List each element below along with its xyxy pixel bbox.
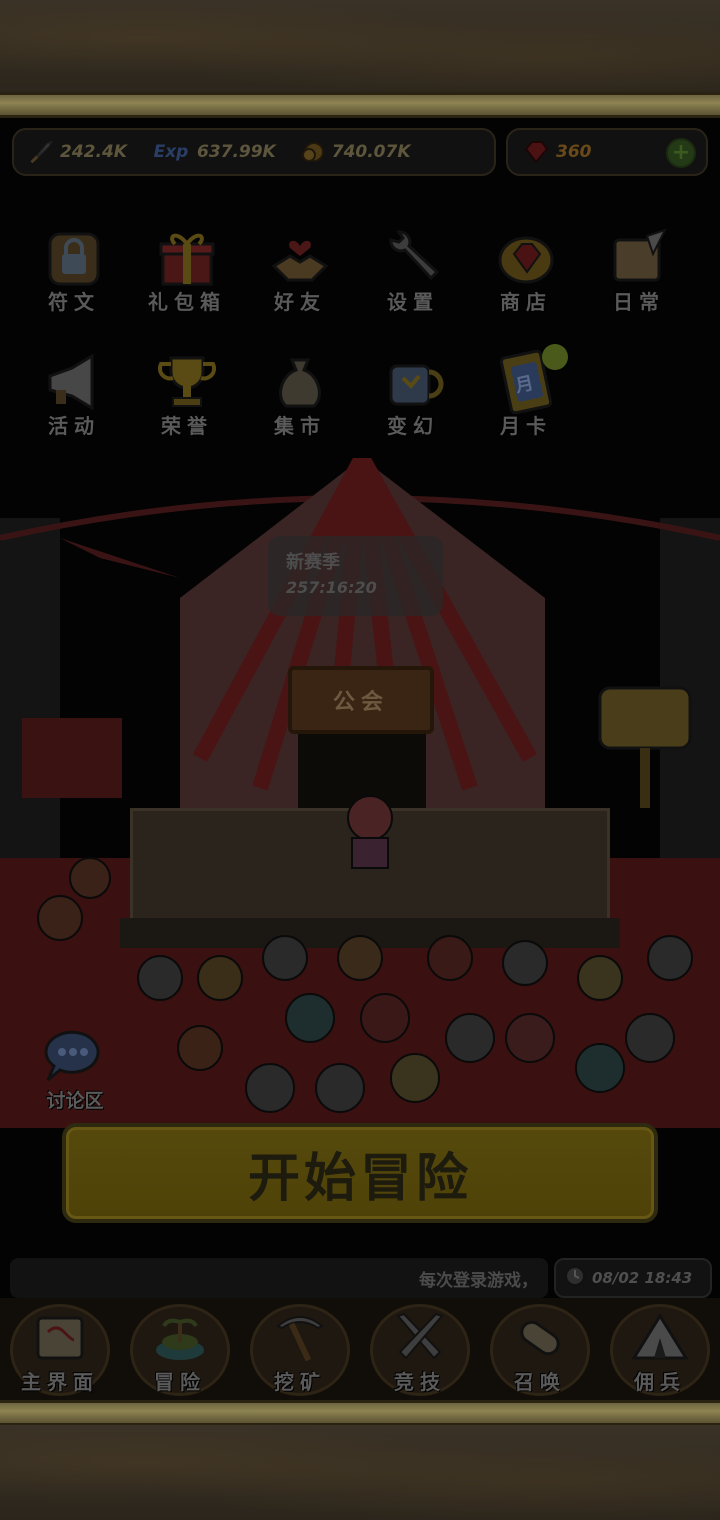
menu-honor-button[interactable]: 荣誉 bbox=[137, 350, 237, 450]
menu-monthcard-label: 月卡 bbox=[500, 414, 552, 438]
island-icon bbox=[150, 1308, 210, 1368]
nav-adventure-label: 冒险 bbox=[154, 1370, 206, 1394]
red-gem-icon bbox=[522, 137, 552, 167]
nav-mercenary-button[interactable]: 佣兵 bbox=[600, 1298, 720, 1400]
menu-friends-button[interactable]: 好友 bbox=[250, 226, 350, 326]
gold-rail-bottom bbox=[0, 1400, 720, 1426]
summon-scroll-icon bbox=[510, 1308, 570, 1368]
add-gems-button[interactable]: + bbox=[666, 138, 696, 168]
nav-main-button[interactable]: 主界面 bbox=[0, 1298, 120, 1400]
menu-daily-label: 日常 bbox=[613, 290, 665, 314]
start-adventure-label: 开始冒险 bbox=[247, 1147, 472, 1209]
menu-friends-label: 好友 bbox=[274, 290, 326, 314]
nav-main-label: 主界面 bbox=[21, 1370, 99, 1394]
bottom-nav: 主界面 冒险 挖矿 竞技 召唤 佣兵 bbox=[0, 1298, 720, 1400]
nav-summon-button[interactable]: 召唤 bbox=[480, 1298, 600, 1400]
season-title: 新赛季 bbox=[286, 552, 340, 573]
trophy-icon bbox=[155, 350, 219, 414]
map-scroll-icon bbox=[30, 1308, 90, 1368]
gem-bar: 360 + bbox=[506, 128, 708, 176]
exp-icon: Exp bbox=[149, 137, 193, 167]
menu-daily-button[interactable]: 日常 bbox=[589, 226, 689, 326]
start-adventure-button[interactable]: 开始冒险 bbox=[62, 1123, 658, 1223]
shop-gem-icon bbox=[494, 226, 558, 290]
nav-adventure-button[interactable]: 冒险 bbox=[120, 1298, 240, 1400]
menu-events-label: 活动 bbox=[48, 414, 100, 438]
wrench-icon bbox=[381, 226, 445, 290]
season-timer[interactable]: 新赛季 257:16:20 bbox=[268, 536, 443, 616]
crossed-swords-icon bbox=[390, 1308, 450, 1368]
parchment-top bbox=[0, 0, 720, 95]
magic-box-icon bbox=[381, 350, 445, 414]
gold-stat: 740.07K bbox=[298, 137, 411, 167]
menu-gift-label: 礼包箱 bbox=[148, 290, 226, 314]
nav-mining-button[interactable]: 挖矿 bbox=[240, 1298, 360, 1400]
notice-ticker: 每次登录游戏， bbox=[10, 1258, 548, 1298]
clock-icon bbox=[564, 1265, 586, 1291]
gem-value: 360 bbox=[556, 142, 592, 162]
resource-bar: 242.4K Exp 637.99K 740.07K bbox=[12, 128, 496, 176]
attack-value: 242.4K bbox=[60, 142, 127, 162]
rune-lock-icon bbox=[42, 226, 106, 290]
notification-dot bbox=[542, 344, 568, 370]
menu-shop-button[interactable]: 商店 bbox=[476, 226, 576, 326]
guild-sign[interactable]: 公会 bbox=[288, 666, 434, 734]
nav-mining-label: 挖矿 bbox=[274, 1370, 326, 1394]
megaphone-icon bbox=[42, 350, 106, 414]
nav-arena-label: 竞技 bbox=[394, 1370, 446, 1394]
menu-transform-button[interactable]: 变幻 bbox=[363, 350, 463, 450]
menu-transform-label: 变幻 bbox=[387, 414, 439, 438]
clock-display: 08/02 18:43 bbox=[554, 1258, 712, 1298]
pickaxe-icon bbox=[270, 1308, 330, 1368]
attack-stat: 242.4K bbox=[26, 137, 127, 167]
forum-button[interactable]: 讨论区 bbox=[30, 1028, 120, 1118]
clock-text: 08/02 18:43 bbox=[592, 1269, 693, 1287]
game-area: 242.4K Exp 637.99K 740.07K 360 + 符文 礼包箱 … bbox=[0, 118, 720, 1400]
gold-rail-top bbox=[0, 92, 720, 118]
menu-settings-button[interactable]: 设置 bbox=[363, 226, 463, 326]
menu-honor-label: 荣誉 bbox=[161, 414, 213, 438]
menu-rune-label: 符文 bbox=[48, 290, 100, 314]
nav-arena-button[interactable]: 竞技 bbox=[360, 1298, 480, 1400]
menu-market-button[interactable]: 集市 bbox=[250, 350, 350, 450]
parchment-bottom bbox=[0, 1425, 720, 1520]
nav-mercenary-label: 佣兵 bbox=[634, 1370, 686, 1394]
tent-icon bbox=[630, 1308, 690, 1368]
menu-settings-label: 设置 bbox=[387, 290, 439, 314]
exp-value: 637.99K bbox=[196, 142, 276, 162]
sword-icon bbox=[26, 137, 56, 167]
menu-rune-button[interactable]: 符文 bbox=[24, 226, 124, 326]
gold-value: 740.07K bbox=[331, 142, 411, 162]
scroll-quill-icon bbox=[607, 226, 671, 290]
exp-icon-text: Exp bbox=[153, 142, 189, 162]
handshake-heart-icon bbox=[268, 226, 332, 290]
forum-label: 讨论区 bbox=[46, 1090, 104, 1112]
exp-stat: Exp 637.99K bbox=[149, 137, 276, 167]
nav-summon-label: 召唤 bbox=[514, 1370, 566, 1394]
gift-box-icon bbox=[155, 226, 219, 290]
chat-bubble-icon bbox=[40, 1028, 106, 1084]
menu-shop-label: 商店 bbox=[500, 290, 552, 314]
menu-gift-button[interactable]: 礼包箱 bbox=[137, 226, 237, 326]
gold-coin-icon bbox=[298, 137, 328, 167]
menu-market-label: 集市 bbox=[274, 414, 326, 438]
money-bag-icon bbox=[268, 350, 332, 414]
menu-events-button[interactable]: 活动 bbox=[24, 350, 124, 450]
menu-monthcard-button[interactable]: 月 月卡 bbox=[476, 344, 576, 450]
season-countdown: 257:16:20 bbox=[286, 578, 377, 597]
notice-text: 每次登录游戏， bbox=[419, 1270, 538, 1291]
